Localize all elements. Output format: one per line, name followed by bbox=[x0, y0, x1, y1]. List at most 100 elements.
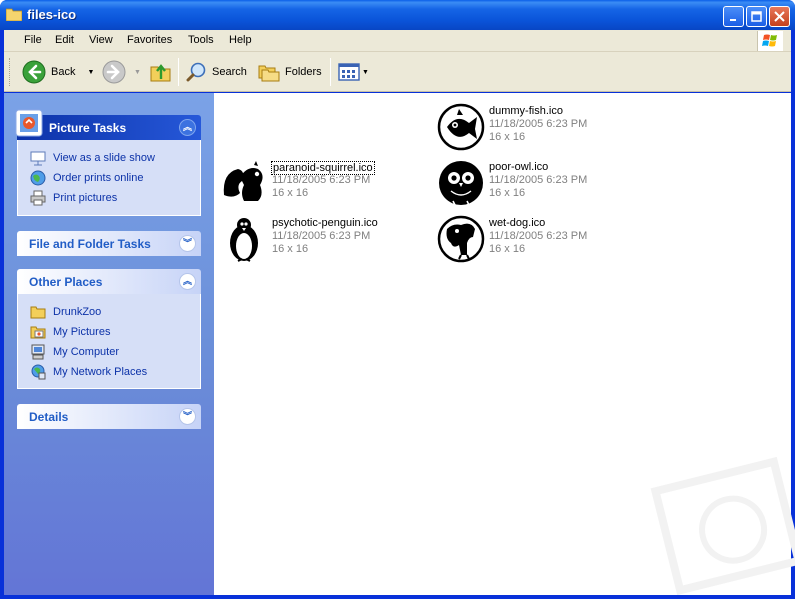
file-name: paranoid-squirrel.ico bbox=[271, 161, 375, 175]
search-button[interactable]: Search bbox=[186, 59, 247, 85]
menu-tools[interactable]: Tools bbox=[188, 34, 214, 46]
file-dimensions: 16 x 16 bbox=[489, 243, 526, 255]
close-button[interactable] bbox=[769, 6, 790, 27]
minimize-button[interactable] bbox=[723, 6, 744, 27]
file-dimensions: 16 x 16 bbox=[272, 187, 309, 199]
picture-tasks-icon bbox=[15, 109, 43, 137]
task-pane: Picture Tasks ︽ View as a slide show Ord… bbox=[4, 93, 214, 595]
slide-show-label: View as a slide show bbox=[53, 152, 155, 164]
computer-icon bbox=[31, 344, 45, 360]
owl-icon bbox=[439, 161, 483, 206]
toolbar: Back ▼ ▼ Search Folders ▼ bbox=[4, 52, 791, 92]
close-icon bbox=[774, 11, 785, 22]
up-folder-icon bbox=[150, 64, 171, 82]
printer-icon bbox=[30, 190, 46, 206]
print-pictures-label: Print pictures bbox=[53, 192, 118, 204]
back-arrow-icon bbox=[22, 60, 46, 84]
file-item-wet-dog[interactable]: wet-dog.ico 11/18/2005 6:23 PM 16 x 16 bbox=[437, 215, 657, 267]
collapse-chevron-icon[interactable]: ︽ bbox=[179, 273, 196, 290]
menu-view[interactable]: View bbox=[89, 34, 113, 46]
forward-button[interactable]: ▼ bbox=[102, 59, 141, 85]
dog-icon bbox=[437, 215, 485, 263]
views-button[interactable]: ▼ bbox=[338, 59, 369, 85]
menu-bar: File Edit View Favorites Tools Help bbox=[4, 30, 791, 52]
place-my-pictures-link[interactable]: My Pictures bbox=[30, 322, 200, 342]
other-places-body: DrunkZoo My Pictures My Computer My Netw… bbox=[17, 294, 201, 389]
maximize-button[interactable] bbox=[746, 6, 767, 27]
folders-label: Folders bbox=[285, 66, 322, 78]
details-title: Details bbox=[29, 410, 69, 424]
place-drunkzoo-link[interactable]: DrunkZoo bbox=[30, 302, 200, 322]
file-date: 11/18/2005 6:23 PM bbox=[272, 174, 371, 186]
views-dropdown-icon[interactable]: ▼ bbox=[362, 69, 369, 76]
picture-tasks-header[interactable]: Picture Tasks ︽ bbox=[15, 109, 201, 140]
folders-icon bbox=[258, 65, 280, 82]
search-label: Search bbox=[212, 66, 247, 78]
squirrel-icon bbox=[223, 161, 263, 201]
order-prints-label: Order prints online bbox=[53, 172, 144, 184]
menu-favorites[interactable]: Favorites bbox=[127, 34, 172, 46]
forward-dropdown-icon[interactable]: ▼ bbox=[134, 69, 141, 76]
toolbar-separator bbox=[330, 58, 331, 86]
place-my-computer-link[interactable]: My Computer bbox=[30, 342, 200, 362]
menu-edit[interactable]: Edit bbox=[55, 34, 74, 46]
place-drunkzoo-label: DrunkZoo bbox=[53, 306, 102, 318]
file-dimensions: 16 x 16 bbox=[489, 187, 526, 199]
place-network-link[interactable]: My Network Places bbox=[30, 362, 200, 382]
file-date: 11/18/2005 6:23 PM bbox=[272, 230, 371, 242]
file-name: psychotic-penguin.ico bbox=[272, 217, 378, 229]
back-label: Back bbox=[51, 66, 76, 78]
menu-file[interactable]: File bbox=[24, 34, 42, 46]
print-pictures-link[interactable]: Print pictures bbox=[30, 188, 200, 208]
pictures-folder-icon bbox=[30, 326, 46, 339]
file-name: dummy-fish.ico bbox=[489, 105, 563, 117]
details-header[interactable]: Details ︾ bbox=[17, 404, 201, 429]
file-item-paranoid-squirrel[interactable]: paranoid-squirrel.ico 11/18/2005 6:23 PM… bbox=[220, 159, 440, 211]
expand-chevron-icon[interactable]: ︾ bbox=[179, 235, 196, 252]
menu-help[interactable]: Help bbox=[229, 34, 252, 46]
folders-button[interactable]: Folders bbox=[258, 59, 322, 85]
back-button[interactable]: Back ▼ bbox=[22, 59, 94, 85]
place-network-label: My Network Places bbox=[53, 366, 148, 378]
network-places-icon bbox=[31, 364, 46, 380]
file-name: wet-dog.ico bbox=[489, 217, 546, 229]
fish-icon bbox=[437, 103, 485, 151]
maximize-icon bbox=[751, 11, 762, 22]
file-item-dummy-fish[interactable]: dummy-fish.ico 11/18/2005 6:23 PM 16 x 1… bbox=[437, 103, 657, 155]
file-folder-tasks-header[interactable]: File and Folder Tasks ︾ bbox=[17, 231, 201, 256]
expand-chevron-icon[interactable]: ︾ bbox=[179, 408, 196, 425]
file-date: 11/18/2005 6:23 PM bbox=[489, 174, 588, 186]
explorer-window: files-ico File Edit View Favorites Tools… bbox=[0, 0, 795, 599]
details-panel: Details ︾ bbox=[17, 404, 201, 429]
background-watermark bbox=[650, 456, 795, 596]
file-item-psychotic-penguin[interactable]: psychotic-penguin.ico 11/18/2005 6:23 PM… bbox=[220, 215, 440, 267]
back-dropdown-icon[interactable]: ▼ bbox=[87, 69, 94, 76]
window-title: files-ico bbox=[27, 7, 77, 22]
file-folder-tasks-panel: File and Folder Tasks ︾ bbox=[17, 231, 201, 256]
file-dimensions: 16 x 16 bbox=[272, 243, 309, 255]
other-places-panel: Other Places ︽ DrunkZoo My Pictures My C… bbox=[17, 269, 201, 389]
title-bar[interactable]: files-ico bbox=[0, 0, 795, 30]
slide-show-link[interactable]: View as a slide show bbox=[30, 148, 200, 168]
forward-arrow-icon bbox=[102, 60, 126, 84]
views-icon bbox=[338, 63, 360, 81]
order-prints-link[interactable]: Order prints online bbox=[30, 168, 200, 188]
toolbar-grip[interactable] bbox=[9, 58, 12, 86]
minimize-icon bbox=[729, 18, 736, 21]
window-frame-bottom bbox=[0, 595, 795, 599]
slideshow-icon bbox=[30, 151, 46, 166]
folder-icon bbox=[6, 8, 22, 21]
file-date: 11/18/2005 6:23 PM bbox=[489, 118, 588, 130]
search-icon bbox=[186, 62, 206, 82]
folder-icon bbox=[30, 306, 46, 319]
file-view[interactable]: dummy-fish.ico 11/18/2005 6:23 PM 16 x 1… bbox=[214, 93, 795, 596]
file-name: poor-owl.ico bbox=[489, 161, 549, 173]
other-places-header[interactable]: Other Places ︽ bbox=[17, 269, 201, 294]
file-date: 11/18/2005 6:23 PM bbox=[489, 230, 588, 242]
file-item-poor-owl[interactable]: poor-owl.ico 11/18/2005 6:23 PM 16 x 16 bbox=[437, 159, 657, 211]
up-folder-button[interactable] bbox=[150, 59, 172, 85]
globe-icon bbox=[30, 170, 46, 186]
picture-tasks-body: View as a slide show Order prints online bbox=[17, 140, 201, 216]
place-my-computer-label: My Computer bbox=[53, 346, 120, 358]
collapse-chevron-icon[interactable]: ︽ bbox=[179, 119, 196, 136]
